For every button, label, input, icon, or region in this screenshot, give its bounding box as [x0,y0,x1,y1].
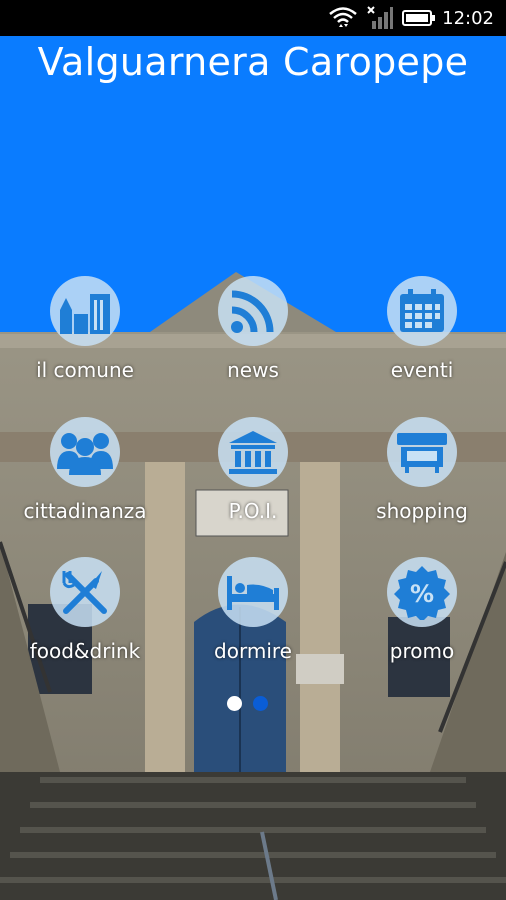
menu-label: il comune [36,358,134,382]
menu-item-cittadinanza[interactable]: cittadinanza [10,417,160,523]
bed-icon [218,557,288,627]
menu-label: shopping [376,499,468,523]
menu-label: eventi [390,358,454,382]
page-dot-1[interactable] [227,696,242,711]
menu-label: promo [389,639,455,663]
wifi-icon [329,7,357,27]
page-indicator [224,696,284,712]
menu-item-il-comune[interactable]: il comune [10,276,160,382]
menu-item-dormire[interactable]: dormire [178,557,328,663]
menu-item-poi[interactable]: P.O.I. [178,417,328,523]
battery-icon [402,10,435,26]
people-icon [50,417,120,487]
menu-item-news[interactable]: news [178,276,328,382]
menu-label: food&drink [29,639,141,663]
menu-item-food-drink[interactable]: food&drink [10,557,160,663]
menu-item-eventi[interactable]: eventi [347,276,497,382]
menu-item-shopping[interactable]: shopping [347,417,497,523]
calendar-icon [387,276,457,346]
svg-text:%: % [410,580,434,608]
shop-icon [387,417,457,487]
menu-item-promo[interactable]: % promo [347,557,497,663]
menu-label: cittadinanza [23,499,147,523]
fork-knife-icon [50,557,120,627]
town-icon [50,276,120,346]
menu-label: dormire [214,639,292,663]
menu-label: P.O.I. [228,499,278,523]
app-title: Valguarnera Caropepe [37,40,469,84]
museum-icon [218,417,288,487]
page-dot-2[interactable] [253,696,268,711]
menu-label: news [227,358,279,382]
percent-badge-icon: % [387,557,457,627]
status-bar: 12:02 [0,0,506,36]
rss-icon [218,276,288,346]
status-time: 12:02 [442,8,494,29]
signal-icon [367,6,393,29]
